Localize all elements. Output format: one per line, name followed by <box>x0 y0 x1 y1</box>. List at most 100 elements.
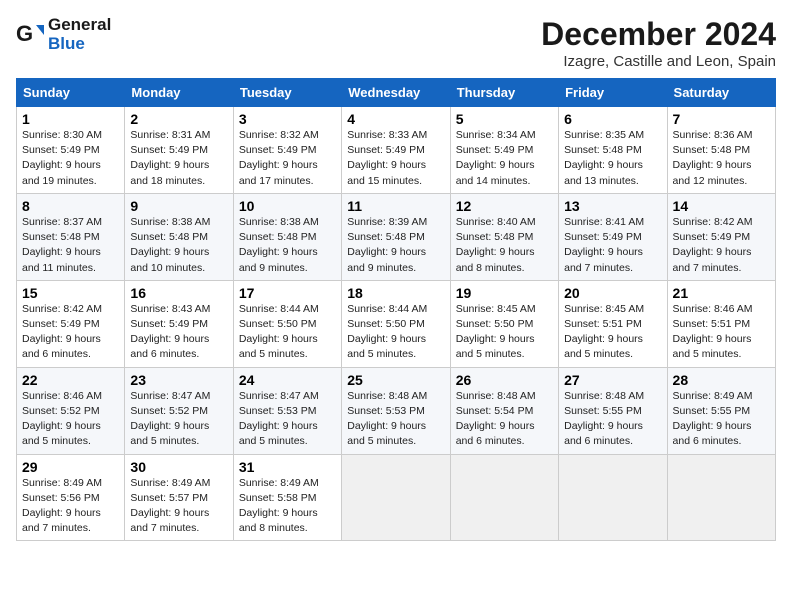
location-subtitle: Izagre, Castille and Leon, Spain <box>541 53 776 70</box>
logo-line2: Blue <box>48 35 111 54</box>
table-row: 2 Sunrise: 8:31 AM Sunset: 5:49 PM Dayli… <box>125 107 233 194</box>
day-number: 5 <box>456 111 553 127</box>
table-row: 30 Sunrise: 8:49 AM Sunset: 5:57 PM Dayl… <box>125 454 233 541</box>
col-wednesday: Wednesday <box>342 79 450 107</box>
day-info: Sunrise: 8:49 AM Sunset: 5:57 PM Dayligh… <box>130 476 227 537</box>
day-number: 13 <box>564 198 661 214</box>
day-info: Sunrise: 8:35 AM Sunset: 5:48 PM Dayligh… <box>564 128 661 189</box>
day-info: Sunrise: 8:47 AM Sunset: 5:53 PM Dayligh… <box>239 389 336 450</box>
calendar-week-row: 22 Sunrise: 8:46 AM Sunset: 5:52 PM Dayl… <box>17 367 776 454</box>
table-row: 7 Sunrise: 8:36 AM Sunset: 5:48 PM Dayli… <box>667 107 775 194</box>
day-info: Sunrise: 8:31 AM Sunset: 5:49 PM Dayligh… <box>130 128 227 189</box>
table-row: 22 Sunrise: 8:46 AM Sunset: 5:52 PM Dayl… <box>17 367 125 454</box>
table-row: 1 Sunrise: 8:30 AM Sunset: 5:49 PM Dayli… <box>17 107 125 194</box>
table-row: 25 Sunrise: 8:48 AM Sunset: 5:53 PM Dayl… <box>342 367 450 454</box>
day-info: Sunrise: 8:42 AM Sunset: 5:49 PM Dayligh… <box>22 302 119 363</box>
day-number: 7 <box>673 111 770 127</box>
table-row: 13 Sunrise: 8:41 AM Sunset: 5:49 PM Dayl… <box>559 193 667 280</box>
table-row: 27 Sunrise: 8:48 AM Sunset: 5:55 PM Dayl… <box>559 367 667 454</box>
day-number: 10 <box>239 198 336 214</box>
day-info: Sunrise: 8:46 AM Sunset: 5:52 PM Dayligh… <box>22 389 119 450</box>
page-header: G General Blue December 2024 Izagre, Cas… <box>16 16 776 70</box>
empty-cell <box>342 454 450 541</box>
table-row: 31 Sunrise: 8:49 AM Sunset: 5:58 PM Dayl… <box>233 454 341 541</box>
header-row: Sunday Monday Tuesday Wednesday Thursday… <box>17 79 776 107</box>
day-info: Sunrise: 8:45 AM Sunset: 5:51 PM Dayligh… <box>564 302 661 363</box>
day-number: 27 <box>564 372 661 388</box>
day-number: 17 <box>239 285 336 301</box>
calendar-week-row: 1 Sunrise: 8:30 AM Sunset: 5:49 PM Dayli… <box>17 107 776 194</box>
day-number: 9 <box>130 198 227 214</box>
col-tuesday: Tuesday <box>233 79 341 107</box>
empty-cell <box>559 454 667 541</box>
table-row: 8 Sunrise: 8:37 AM Sunset: 5:48 PM Dayli… <box>17 193 125 280</box>
day-info: Sunrise: 8:30 AM Sunset: 5:49 PM Dayligh… <box>22 128 119 189</box>
empty-cell <box>450 454 558 541</box>
day-number: 12 <box>456 198 553 214</box>
table-row: 17 Sunrise: 8:44 AM Sunset: 5:50 PM Dayl… <box>233 280 341 367</box>
table-row: 9 Sunrise: 8:38 AM Sunset: 5:48 PM Dayli… <box>125 193 233 280</box>
day-info: Sunrise: 8:48 AM Sunset: 5:54 PM Dayligh… <box>456 389 553 450</box>
day-info: Sunrise: 8:46 AM Sunset: 5:51 PM Dayligh… <box>673 302 770 363</box>
day-number: 2 <box>130 111 227 127</box>
day-number: 3 <box>239 111 336 127</box>
day-number: 4 <box>347 111 444 127</box>
day-info: Sunrise: 8:47 AM Sunset: 5:52 PM Dayligh… <box>130 389 227 450</box>
table-row: 23 Sunrise: 8:47 AM Sunset: 5:52 PM Dayl… <box>125 367 233 454</box>
day-number: 26 <box>456 372 553 388</box>
col-sunday: Sunday <box>17 79 125 107</box>
col-thursday: Thursday <box>450 79 558 107</box>
day-info: Sunrise: 8:36 AM Sunset: 5:48 PM Dayligh… <box>673 128 770 189</box>
day-info: Sunrise: 8:32 AM Sunset: 5:49 PM Dayligh… <box>239 128 336 189</box>
day-number: 8 <box>22 198 119 214</box>
day-number: 29 <box>22 459 119 475</box>
col-saturday: Saturday <box>667 79 775 107</box>
day-number: 28 <box>673 372 770 388</box>
logo-line1: General <box>48 16 111 35</box>
table-row: 18 Sunrise: 8:44 AM Sunset: 5:50 PM Dayl… <box>342 280 450 367</box>
table-row: 12 Sunrise: 8:40 AM Sunset: 5:48 PM Dayl… <box>450 193 558 280</box>
day-info: Sunrise: 8:49 AM Sunset: 5:58 PM Dayligh… <box>239 476 336 537</box>
day-info: Sunrise: 8:38 AM Sunset: 5:48 PM Dayligh… <box>239 215 336 276</box>
day-info: Sunrise: 8:44 AM Sunset: 5:50 PM Dayligh… <box>347 302 444 363</box>
calendar-week-row: 8 Sunrise: 8:37 AM Sunset: 5:48 PM Dayli… <box>17 193 776 280</box>
day-number: 19 <box>456 285 553 301</box>
day-number: 6 <box>564 111 661 127</box>
table-row: 4 Sunrise: 8:33 AM Sunset: 5:49 PM Dayli… <box>342 107 450 194</box>
day-info: Sunrise: 8:33 AM Sunset: 5:49 PM Dayligh… <box>347 128 444 189</box>
logo: G General Blue <box>16 16 111 53</box>
table-row: 19 Sunrise: 8:45 AM Sunset: 5:50 PM Dayl… <box>450 280 558 367</box>
day-info: Sunrise: 8:49 AM Sunset: 5:56 PM Dayligh… <box>22 476 119 537</box>
col-monday: Monday <box>125 79 233 107</box>
logo-icon: G <box>16 21 44 49</box>
table-row: 20 Sunrise: 8:45 AM Sunset: 5:51 PM Dayl… <box>559 280 667 367</box>
day-number: 16 <box>130 285 227 301</box>
table-row: 15 Sunrise: 8:42 AM Sunset: 5:49 PM Dayl… <box>17 280 125 367</box>
day-info: Sunrise: 8:48 AM Sunset: 5:55 PM Dayligh… <box>564 389 661 450</box>
day-number: 23 <box>130 372 227 388</box>
day-number: 14 <box>673 198 770 214</box>
day-info: Sunrise: 8:45 AM Sunset: 5:50 PM Dayligh… <box>456 302 553 363</box>
calendar-week-row: 29 Sunrise: 8:49 AM Sunset: 5:56 PM Dayl… <box>17 454 776 541</box>
day-info: Sunrise: 8:42 AM Sunset: 5:49 PM Dayligh… <box>673 215 770 276</box>
table-row: 16 Sunrise: 8:43 AM Sunset: 5:49 PM Dayl… <box>125 280 233 367</box>
table-row: 10 Sunrise: 8:38 AM Sunset: 5:48 PM Dayl… <box>233 193 341 280</box>
day-number: 18 <box>347 285 444 301</box>
day-info: Sunrise: 8:41 AM Sunset: 5:49 PM Dayligh… <box>564 215 661 276</box>
table-row: 11 Sunrise: 8:39 AM Sunset: 5:48 PM Dayl… <box>342 193 450 280</box>
day-number: 24 <box>239 372 336 388</box>
day-number: 25 <box>347 372 444 388</box>
table-row: 29 Sunrise: 8:49 AM Sunset: 5:56 PM Dayl… <box>17 454 125 541</box>
table-row: 3 Sunrise: 8:32 AM Sunset: 5:49 PM Dayli… <box>233 107 341 194</box>
title-area: December 2024 Izagre, Castille and Leon,… <box>541 16 776 70</box>
day-info: Sunrise: 8:37 AM Sunset: 5:48 PM Dayligh… <box>22 215 119 276</box>
day-number: 1 <box>22 111 119 127</box>
table-row: 6 Sunrise: 8:35 AM Sunset: 5:48 PM Dayli… <box>559 107 667 194</box>
table-row: 21 Sunrise: 8:46 AM Sunset: 5:51 PM Dayl… <box>667 280 775 367</box>
table-row: 14 Sunrise: 8:42 AM Sunset: 5:49 PM Dayl… <box>667 193 775 280</box>
day-info: Sunrise: 8:43 AM Sunset: 5:49 PM Dayligh… <box>130 302 227 363</box>
day-info: Sunrise: 8:49 AM Sunset: 5:55 PM Dayligh… <box>673 389 770 450</box>
col-friday: Friday <box>559 79 667 107</box>
day-number: 31 <box>239 459 336 475</box>
table-row: 26 Sunrise: 8:48 AM Sunset: 5:54 PM Dayl… <box>450 367 558 454</box>
